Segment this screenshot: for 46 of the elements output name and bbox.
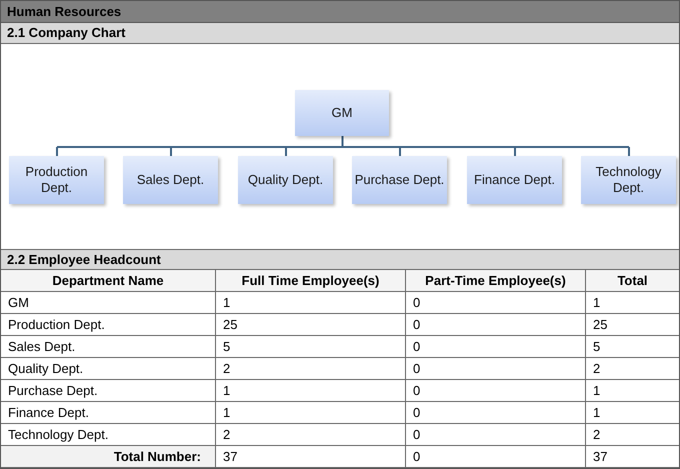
table-cell: 0 [406, 446, 586, 467]
table-cell-text: 2 [592, 426, 602, 444]
org-node: GM [295, 90, 389, 136]
table-cell: Purchase Dept. [1, 380, 216, 401]
table-cell-text: 5 [592, 338, 602, 356]
org-node: Purchase Dept. [352, 156, 447, 204]
table-cell-text: 1 [592, 382, 602, 400]
table-cell: 0 [406, 292, 586, 313]
column-header: Total [616, 272, 649, 290]
table-cell: 1 [216, 292, 406, 313]
table-cell: 37 [216, 446, 406, 467]
column-header: Full Time Employee(s) [216, 270, 406, 291]
org-node: Finance Dept. [467, 156, 562, 204]
table-cell: 1 [216, 380, 406, 401]
total-label: Total Number: [1, 446, 216, 467]
section-heading: 2.2 Employee Headcount [1, 250, 679, 270]
table-cell: 1 [216, 402, 406, 423]
table-cell-text: 25 [592, 316, 608, 334]
table-cell: 0 [406, 358, 586, 379]
table-cell: 0 [406, 336, 586, 357]
column-header: Department Name [1, 270, 216, 291]
table-cell: 25 [216, 314, 406, 335]
table-cell: Quality Dept. [1, 358, 216, 379]
table-cell-text: 2 [592, 360, 602, 378]
org-node: Quality Dept. [238, 156, 333, 204]
table-cell: 5 [216, 336, 406, 357]
table-cell: GM [1, 292, 216, 313]
table-cell: Finance Dept. [1, 402, 216, 423]
table-cell: Technology Dept. [1, 424, 216, 445]
table-cell-text: 37 [592, 448, 608, 466]
section-heading: 2.1 Company Chart [1, 23, 679, 44]
org-node: Sales Dept. [123, 156, 218, 204]
table-cell: 0 [406, 402, 586, 423]
table-cell: 0 [406, 314, 586, 335]
table-cell: 2 [216, 424, 406, 445]
column-header: Part-Time Employee(s) [406, 270, 586, 291]
org-node: Technology Dept. [581, 156, 676, 204]
table-cell: 0 [406, 424, 586, 445]
table-cell-text: 1 [592, 294, 602, 312]
table-cell: Production Dept. [1, 314, 216, 335]
table-cell: 0 [406, 380, 586, 401]
table-cell: 2 [216, 358, 406, 379]
table-cell: Sales Dept. [1, 336, 216, 357]
table-cell-text: 1 [592, 404, 602, 422]
report-title-bar: Human Resources [1, 1, 679, 23]
org-node: Production Dept. [9, 156, 104, 204]
